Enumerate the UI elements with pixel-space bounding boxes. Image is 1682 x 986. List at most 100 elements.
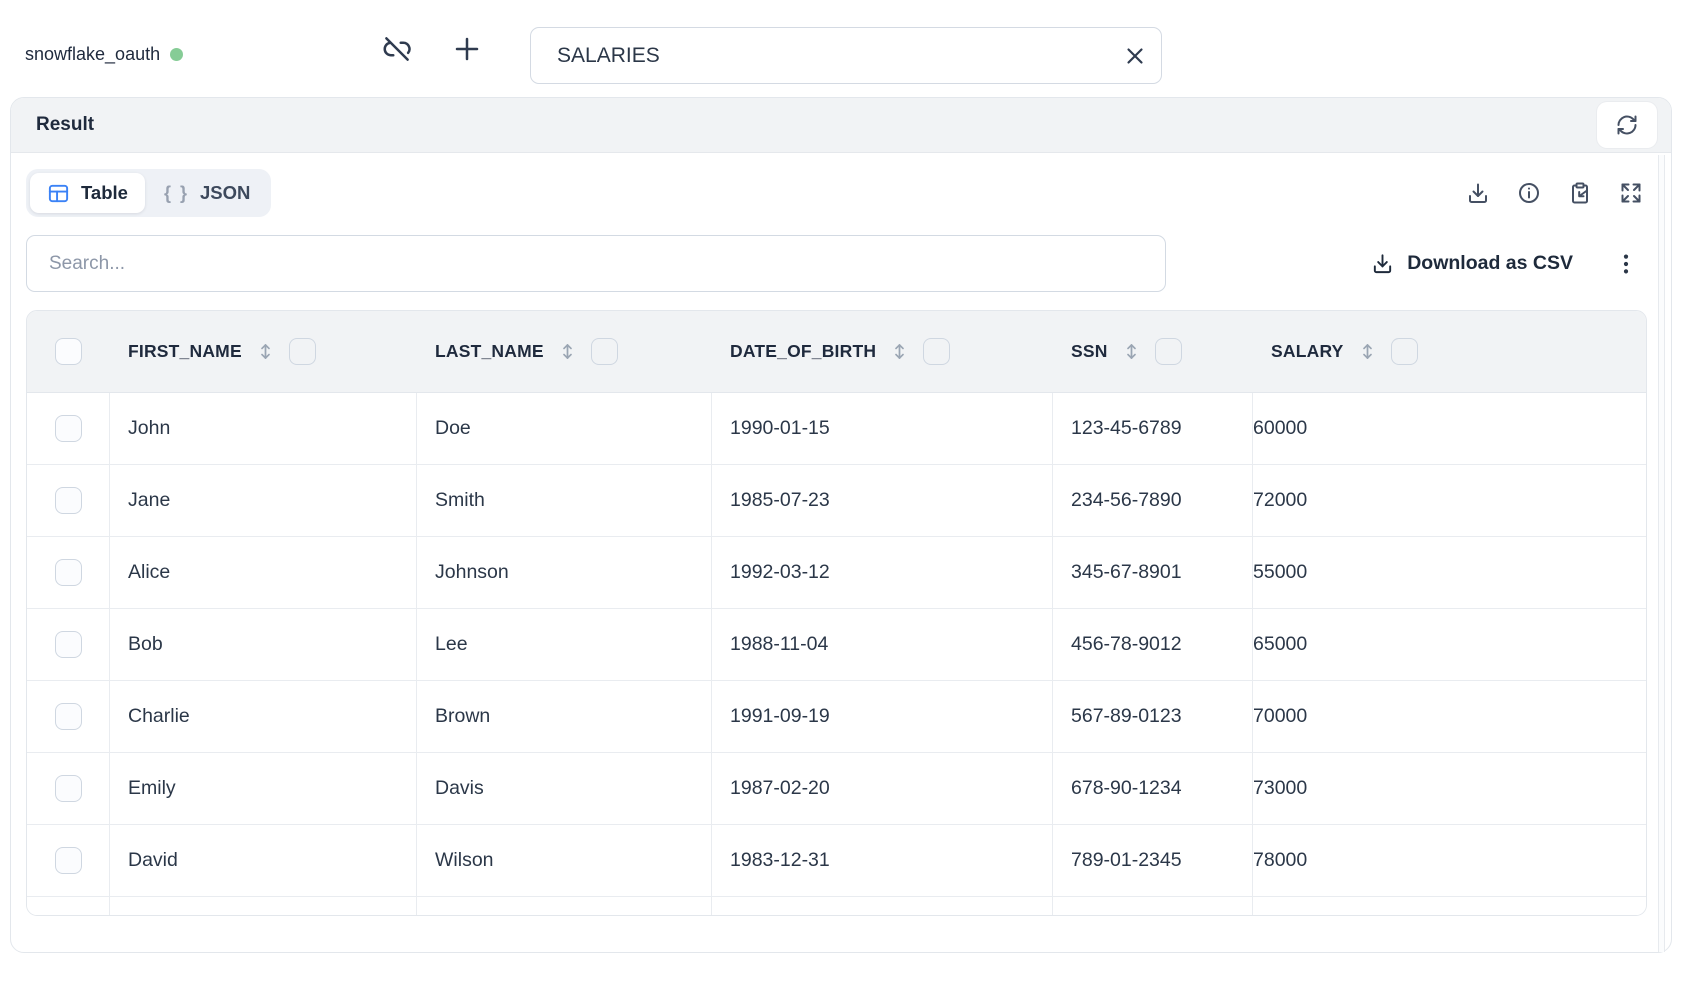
column-option-checkbox[interactable] <box>923 338 950 365</box>
cell-value: Charlie <box>128 705 190 728</box>
column-header-label[interactable]: DATE_OF_BIRTH <box>730 341 876 362</box>
table-cell: Emily <box>110 753 417 824</box>
cell-value: 1992-03-12 <box>730 561 830 584</box>
table-cell <box>27 681 110 752</box>
row-checkbox[interactable] <box>55 415 82 442</box>
column-header-label[interactable]: SALARY <box>1271 341 1344 362</box>
cell-value: Doe <box>435 417 471 440</box>
table-row[interactable]: DavidWilson1983-12-31789-01-234578000 <box>27 825 1646 897</box>
table-cell: 234-56-7890 <box>1053 465 1253 536</box>
cell-value: Emily <box>128 777 176 800</box>
column-header-label[interactable]: LAST_NAME <box>435 341 544 362</box>
column-header-label[interactable]: SSN <box>1071 341 1108 362</box>
row-checkbox[interactable] <box>55 775 82 802</box>
column-option-checkbox[interactable] <box>1391 338 1418 365</box>
cell-value: David <box>128 849 178 872</box>
table-cell: Doe <box>417 393 712 464</box>
more-options-button[interactable] <box>1611 247 1641 281</box>
copy-to-clipboard-button[interactable] <box>1566 179 1594 207</box>
table-cell: 70000 <box>1253 681 1646 752</box>
refresh-button[interactable] <box>1597 102 1657 148</box>
tab-json[interactable]: { } JSON <box>147 173 267 213</box>
table-cell: 72000 <box>1253 465 1646 536</box>
sort-icon[interactable] <box>255 341 276 362</box>
table-cell: 1988-11-04 <box>712 609 1053 680</box>
tab-table[interactable]: Table <box>30 173 145 213</box>
disconnect-button[interactable] <box>378 30 416 68</box>
table-row-partial <box>27 897 1646 916</box>
table-row[interactable]: JohnDoe1990-01-15123-45-678960000 <box>27 393 1646 465</box>
select-all-checkbox[interactable] <box>55 338 82 365</box>
column-header-label[interactable]: FIRST_NAME <box>128 341 242 362</box>
cell-value: Lee <box>435 633 468 656</box>
download-result-button[interactable] <box>1464 179 1492 207</box>
table-header-cell: SALARY <box>1253 311 1646 392</box>
row-checkbox[interactable] <box>55 847 82 874</box>
row-checkbox[interactable] <box>55 487 82 514</box>
table-cell <box>712 897 1053 916</box>
table-row[interactable]: AliceJohnson1992-03-12345-67-890155000 <box>27 537 1646 609</box>
view-toggle: Table { } JSON <box>26 169 271 217</box>
cell-value: Davis <box>435 777 484 800</box>
row-checkbox[interactable] <box>55 703 82 730</box>
expand-icon <box>1619 181 1643 205</box>
table-cell: Lee <box>417 609 712 680</box>
table-header-cell: SSN <box>1053 311 1253 392</box>
cell-value: 1988-11-04 <box>730 633 828 656</box>
cell-value: Bob <box>128 633 163 656</box>
add-query-button[interactable] <box>448 30 486 68</box>
table-header-cell: LAST_NAME <box>417 311 712 392</box>
table-cell: Brown <box>417 681 712 752</box>
table-cell: 1991-09-19 <box>712 681 1053 752</box>
table-cell: John <box>110 393 417 464</box>
table-row[interactable]: EmilyDavis1987-02-20678-90-123473000 <box>27 753 1646 825</box>
table-cell <box>1253 897 1646 916</box>
table-row[interactable]: JaneSmith1985-07-23234-56-789072000 <box>27 465 1646 537</box>
table-row[interactable]: BobLee1988-11-04456-78-901265000 <box>27 609 1646 681</box>
vertical-scrollbar[interactable] <box>1658 155 1665 952</box>
table-header-row: FIRST_NAME LAST_NAME DATE_OF_BIRTH SSN SALAR… <box>27 311 1646 393</box>
result-info-button[interactable] <box>1515 179 1543 207</box>
cell-value: Johnson <box>435 561 509 584</box>
table-cell: 567-89-0123 <box>1053 681 1253 752</box>
table-cell: 1990-01-15 <box>712 393 1053 464</box>
cell-value: 678-90-1234 <box>1071 777 1182 800</box>
sort-icon[interactable] <box>1121 341 1142 362</box>
column-option-checkbox[interactable] <box>1155 338 1182 365</box>
table-row[interactable]: Charlie Brown 1991-09-19567-89-012370000 <box>27 681 1646 753</box>
sort-icon[interactable] <box>889 341 910 362</box>
sort-icon[interactable] <box>557 341 578 362</box>
link-off-icon <box>382 34 412 64</box>
expand-result-button[interactable] <box>1617 179 1645 207</box>
table-icon <box>47 182 70 205</box>
connection-name[interactable]: snowflake_oauth <box>25 44 160 65</box>
tab-table-label: Table <box>81 182 128 204</box>
x-icon <box>1122 43 1148 69</box>
row-checkbox[interactable] <box>55 631 82 658</box>
cell-value: 123-45-6789 <box>1071 417 1182 440</box>
result-table: FIRST_NAME LAST_NAME DATE_OF_BIRTH SSN SALAR… <box>26 310 1647 916</box>
view-row: Table { } JSON <box>26 169 1647 217</box>
table-cell: 678-90-1234 <box>1053 753 1253 824</box>
column-option-checkbox[interactable] <box>591 338 618 365</box>
search-input[interactable] <box>26 235 1166 292</box>
download-csv-button[interactable]: Download as CSV <box>1371 252 1573 275</box>
table-header-cell: FIRST_NAME <box>110 311 417 392</box>
clear-table-name-button[interactable] <box>1122 43 1148 69</box>
table-cell: 78000 <box>1253 825 1646 896</box>
table-cell: Charlie <box>110 681 417 752</box>
table-cell: 1992-03-12 <box>712 537 1053 608</box>
cell-value: Wilson <box>435 849 494 872</box>
column-option-checkbox[interactable] <box>289 338 316 365</box>
table-cell: Jane <box>110 465 417 536</box>
cell-value: Brown <box>435 705 490 728</box>
table-name-input[interactable] <box>530 27 1162 84</box>
connection-status-dot <box>170 48 183 61</box>
table-cell: Wilson <box>417 825 712 896</box>
plus-icon <box>452 34 482 64</box>
cell-value: Jane <box>128 489 170 512</box>
table-cell: Bob <box>110 609 417 680</box>
table-name-field <box>530 27 1162 84</box>
row-checkbox[interactable] <box>55 559 82 586</box>
sort-icon[interactable] <box>1357 341 1378 362</box>
